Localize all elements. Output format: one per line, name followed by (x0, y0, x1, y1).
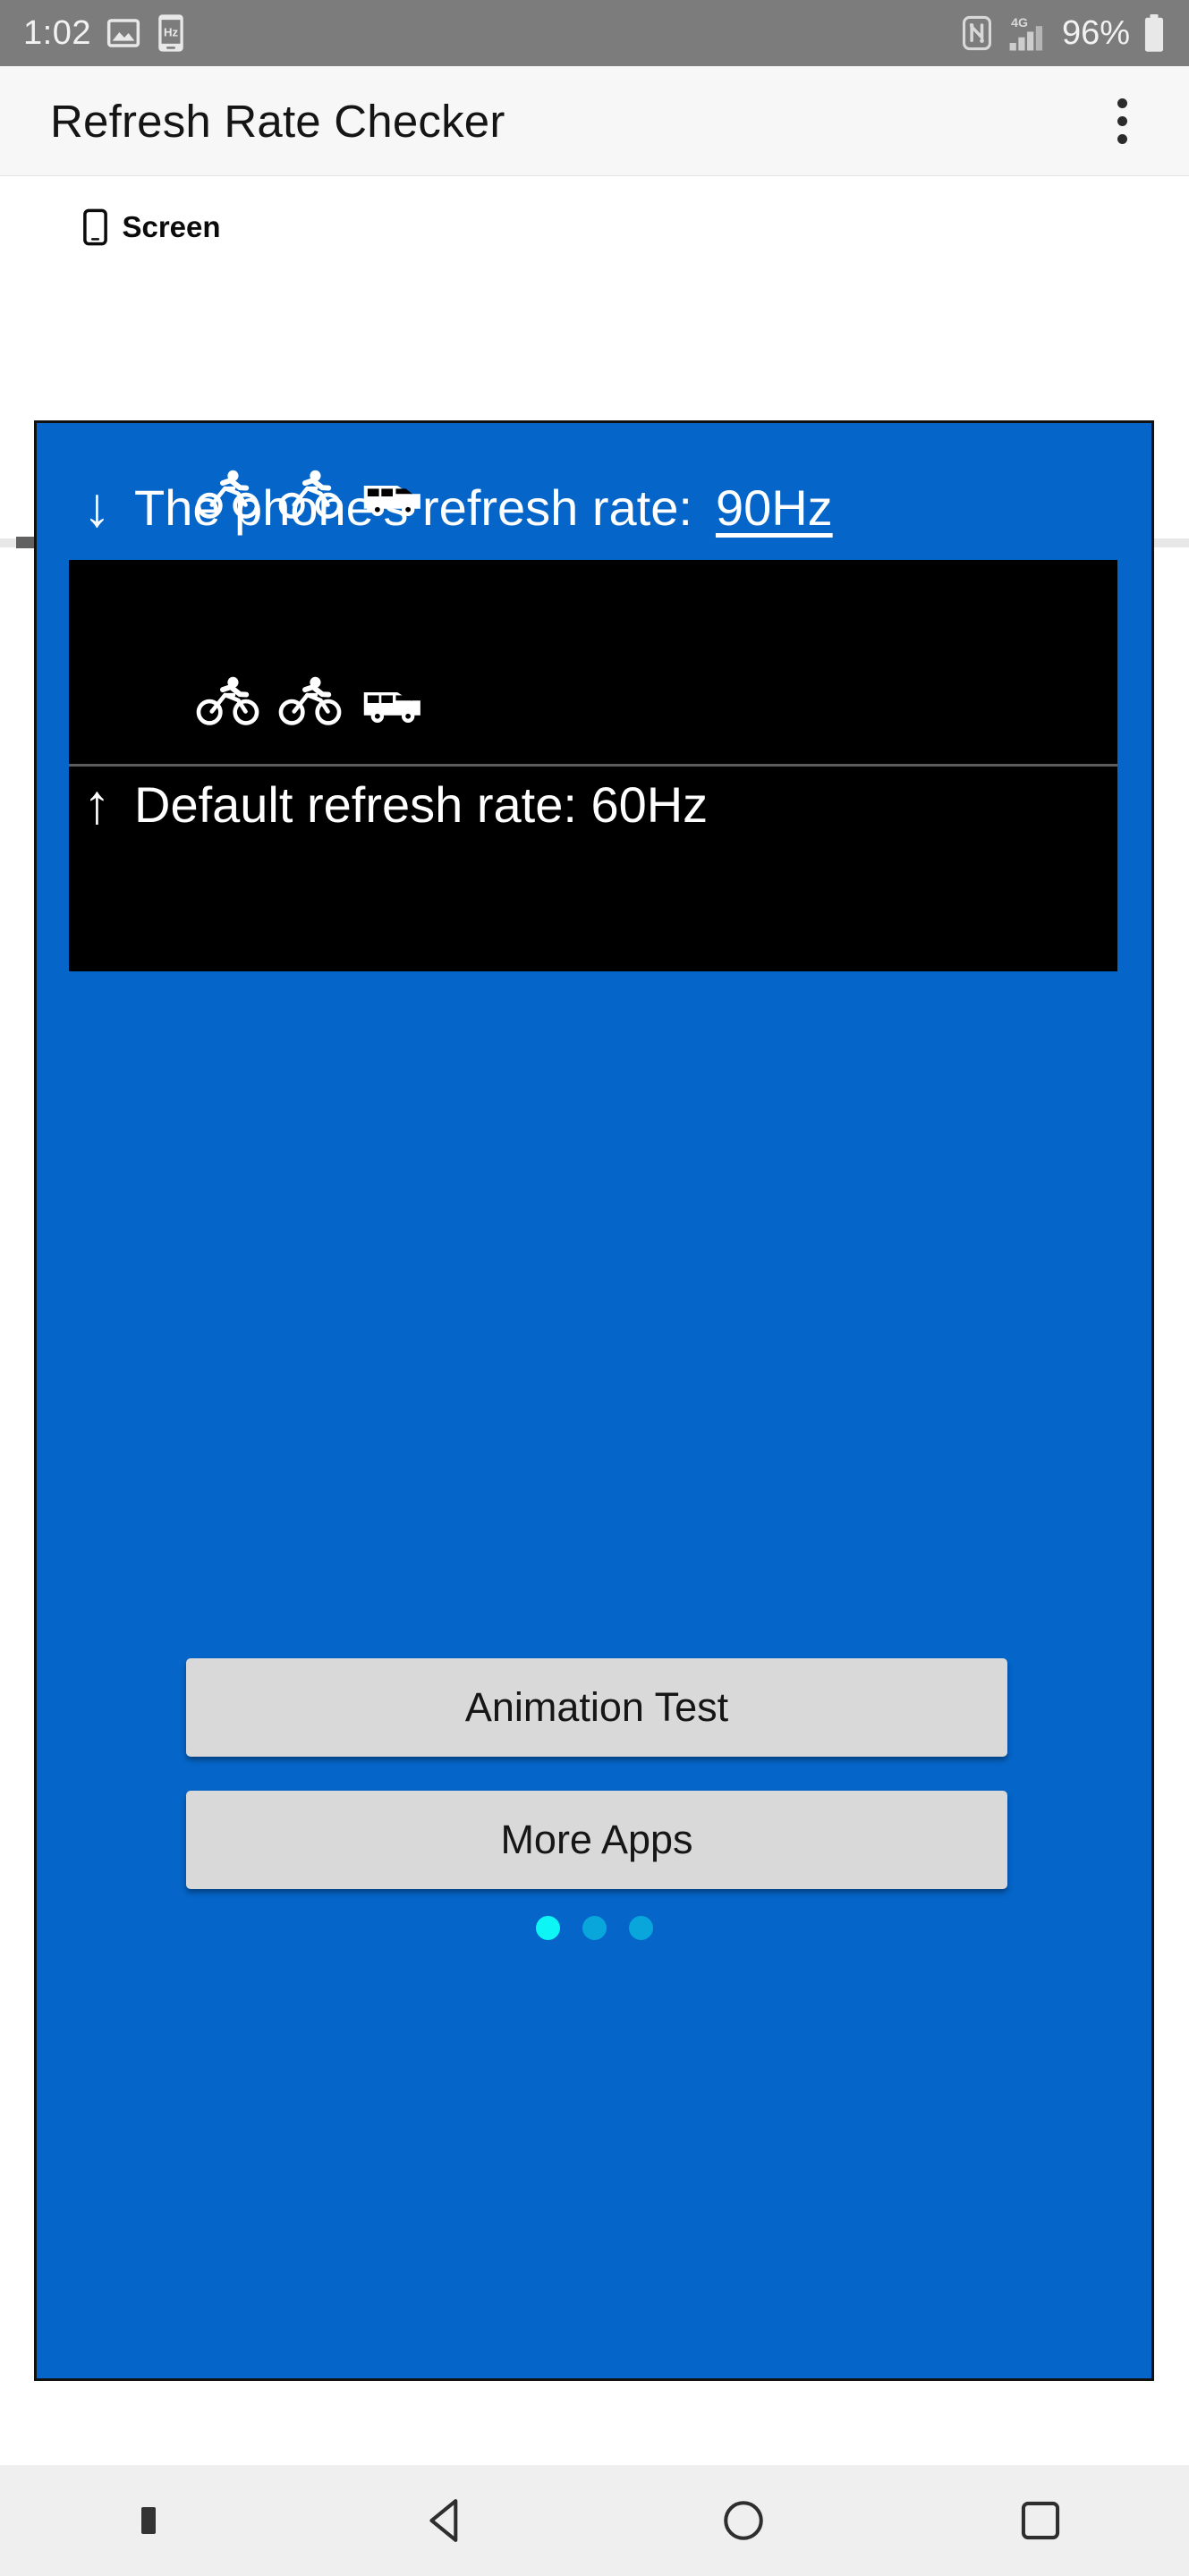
page-dot-3[interactable] (628, 1916, 653, 1940)
bicycle-icon (278, 470, 344, 520)
vehicle-group-top (196, 470, 425, 520)
page-dot-2[interactable] (582, 1916, 607, 1940)
tab-screen[interactable]: Screen (0, 177, 304, 277)
van-icon (361, 680, 425, 726)
phone-icon (83, 208, 108, 246)
hz-phone-icon: Hz (156, 13, 186, 53)
status-bar-clock: 1:02 (23, 13, 91, 52)
arrow-up-icon: ↑ (83, 773, 111, 835)
recents-icon[interactable] (892, 2465, 1189, 2576)
status-bar-right: 4G 96% (960, 13, 1166, 53)
home-icon[interactable] (595, 2465, 892, 2576)
nfc-icon (960, 15, 994, 51)
default-refresh-rate-label: Default refresh rate: 60Hz (134, 776, 709, 833)
battery-icon (1142, 13, 1166, 53)
refresh-rate-card: ↓ The phone's refresh rate: 90Hz ↑ Defau… (34, 420, 1154, 2381)
screen-root: 1:02 Hz 4G 96% Refresh Rate Checker Scre… (0, 0, 1189, 2576)
android-nav-bar (0, 2465, 1189, 2576)
svg-text:4G: 4G (1011, 15, 1028, 30)
back-icon[interactable] (297, 2465, 594, 2576)
page-title: Refresh Rate Checker (50, 95, 505, 147)
arrow-down-icon: ↓ (83, 476, 111, 538)
more-apps-button[interactable]: More Apps (186, 1791, 1007, 1889)
bicycle-icon (196, 676, 262, 726)
overflow-menu-icon[interactable] (1091, 89, 1153, 152)
screenshot-icon (106, 15, 141, 51)
tab-bar: Screen (0, 177, 1189, 548)
status-bar: 1:02 Hz 4G 96% (0, 0, 1189, 66)
animation-panel (69, 560, 1117, 971)
app-bar: Refresh Rate Checker (0, 66, 1189, 176)
animation-row-top (69, 560, 1117, 765)
bicycle-icon (196, 470, 262, 520)
page-dot-1[interactable] (535, 1916, 560, 1940)
page-indicator (37, 1916, 1151, 1940)
vehicle-group-bottom (196, 676, 425, 726)
bicycle-icon (278, 676, 344, 726)
svg-text:Hz: Hz (164, 26, 179, 39)
phone-refresh-rate-value: 90Hz (715, 479, 833, 536)
animation-test-button[interactable]: Animation Test (186, 1658, 1007, 1757)
status-bar-left: 1:02 Hz (23, 13, 186, 53)
default-refresh-rate-line: ↑ Default refresh rate: 60Hz (37, 775, 1151, 834)
keyboard-hide-icon[interactable] (0, 2465, 297, 2576)
battery-percent-label: 96% (1061, 13, 1130, 52)
signal-4g-icon: 4G (1006, 13, 1049, 53)
van-icon (361, 473, 425, 520)
tab-screen-label: Screen (122, 210, 221, 243)
